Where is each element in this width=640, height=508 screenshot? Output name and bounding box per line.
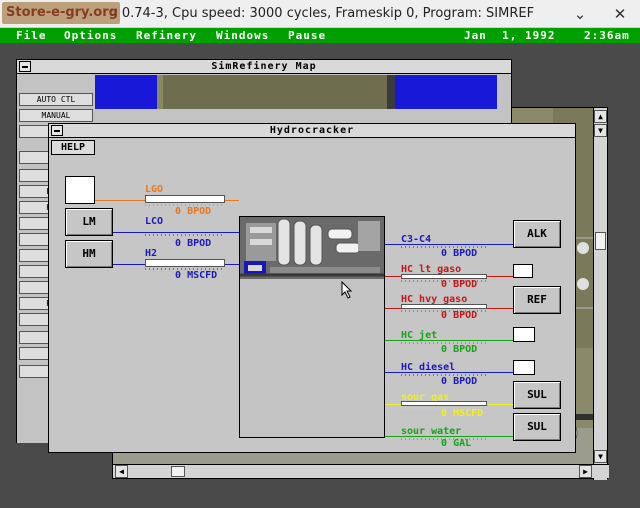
menu-options[interactable]: Options: [64, 29, 117, 42]
sour-water-value-number: 0: [441, 438, 448, 449]
menu-bar: File Options Refinery Windows Pause Jan …: [0, 28, 640, 43]
map-window-titlebar[interactable]: SimRefinery Map: [17, 60, 511, 74]
lco-value-number: 0: [175, 238, 182, 249]
lco-stream-line: [113, 232, 239, 233]
h2-value-number: 0: [175, 270, 182, 281]
lgo-value: 0 BPOD: [175, 206, 211, 217]
auto-control-button[interactable]: AUTO CTL: [19, 93, 93, 106]
map-window-title: SimRefinery Map: [211, 61, 317, 72]
hc-diesel-label: HC diesel: [401, 362, 456, 373]
alk-button[interactable]: ALK: [513, 220, 561, 248]
host-window-title: x 0.74-3, Cpu speed: 3000 cycles, Frames…: [110, 6, 535, 21]
scroll-left-arrow-icon[interactable]: ◀: [115, 465, 128, 478]
sour-gas-value: 0 MSCFD: [441, 408, 483, 419]
c3c4-label: C3-C4: [401, 234, 432, 245]
menu-pause[interactable]: Pause: [288, 29, 326, 42]
h2-value: 0 MSCFD: [175, 270, 217, 281]
hc-diesel-value-number: 0: [441, 376, 448, 387]
mouse-pointer-icon: [341, 281, 353, 299]
lgo-flow-gauge[interactable]: [145, 195, 225, 203]
lco-label: LCO: [145, 216, 164, 227]
hc-diesel-swatch[interactable]: [513, 360, 535, 375]
clock-date: Jan 1, 1992: [464, 29, 556, 42]
clock-time: 2:36am: [584, 29, 630, 42]
scroll-down-arrow-icon[interactable]: ▼: [594, 450, 607, 463]
hm-button[interactable]: HM: [65, 240, 113, 268]
sour-gas-value-number: 0: [441, 408, 448, 419]
menu-refinery[interactable]: Refinery: [136, 29, 197, 42]
lgo-value-number: 0: [175, 206, 182, 217]
hc-jet-value: 0 BPOD: [441, 344, 477, 355]
map-terrain-strip: [95, 75, 497, 109]
minimize-button[interactable]: ⌄: [570, 4, 590, 24]
horizontal-scroll-thumb[interactable]: [171, 466, 185, 477]
menu-windows[interactable]: Windows: [216, 29, 269, 42]
c3c4-value-number: 0: [441, 248, 448, 259]
hc-hvy-gaso-unit: BPOD: [453, 310, 478, 321]
sour-water-value: 0 GAL: [441, 438, 471, 449]
hc-jet-swatch[interactable]: [513, 327, 535, 342]
hc-lt-gaso-value-number: 0: [441, 279, 448, 290]
watermark-logo: Store-e-gry.org: [2, 2, 120, 24]
lm-button[interactable]: LM: [65, 208, 113, 236]
hc-jet-unit: BPOD: [453, 344, 478, 355]
hydrocracker-titlebar[interactable]: Hydrocracker: [49, 124, 575, 138]
c3c4-value: 0 BPOD: [441, 248, 477, 259]
hydrocracker-plant-panel: [239, 216, 385, 438]
hydrocracker-unit-image[interactable]: [240, 217, 384, 279]
scroll-down-arrow-icon[interactable]: ▼: [594, 124, 607, 137]
hc-diesel-value: 0 BPOD: [441, 376, 477, 387]
sour-water-label: sour water: [401, 426, 462, 437]
sour-gas-unit: MSCFD: [453, 408, 484, 419]
hydrocracker-title: Hydrocracker: [269, 125, 355, 136]
hydrocracker-window: Hydrocracker HELP LM HM LGO 0 BPOD LCO 0…: [48, 123, 576, 453]
hc-hvy-gaso-flow-gauge[interactable]: [401, 304, 487, 309]
h2-unit: MSCFD: [187, 270, 218, 281]
hc-lt-gaso-swatch[interactable]: [513, 264, 533, 278]
hc-hvy-gaso-value-number: 0: [441, 310, 448, 321]
c3c4-unit: BPOD: [453, 248, 478, 259]
host-titlebar: x 0.74-3, Cpu speed: 3000 cycles, Frames…: [0, 0, 640, 28]
scroll-up-arrow-icon[interactable]: ▲: [594, 110, 607, 123]
h2-label: H2: [145, 248, 158, 259]
map-horizontal-scrollbar[interactable]: ◀ ▶: [113, 464, 609, 478]
sulfur-gas-button[interactable]: SUL: [513, 381, 561, 409]
hc-lt-gaso-value: 0 BPOD: [441, 279, 477, 290]
sour-water-unit: GAL: [453, 438, 472, 449]
vertical-scroll-thumb[interactable]: [595, 232, 606, 250]
map-vertical-scrollbar[interactable]: ▲ ▼ ▼: [593, 108, 607, 480]
lco-unit: BPOD: [187, 238, 212, 249]
hc-jet-value-number: 0: [441, 344, 448, 355]
lgo-label: LGO: [145, 184, 164, 195]
lco-gauge-ticks: [145, 234, 225, 236]
h2-flow-gauge[interactable]: [145, 259, 225, 267]
help-button[interactable]: HELP: [51, 140, 95, 155]
desktop: ▲ ▼ ▼ ◀ ▶ SimRefinery Map AUTO CTL MANUA…: [0, 43, 640, 508]
hc-hvy-gaso-value: 0 BPOD: [441, 310, 477, 321]
sour-gas-flow-gauge[interactable]: [401, 401, 487, 406]
hc-diesel-unit: BPOD: [453, 376, 478, 387]
ref-button[interactable]: REF: [513, 286, 561, 314]
scroll-right-arrow-icon[interactable]: ▶: [579, 465, 592, 478]
watermark-text: Store-e-gry.org: [6, 5, 118, 20]
lgo-unit: BPOD: [187, 206, 212, 217]
menu-file[interactable]: File: [16, 29, 47, 42]
manual-button[interactable]: MANUAL: [19, 109, 93, 122]
hc-jet-label: HC jet: [401, 330, 438, 341]
sulfur-water-button[interactable]: SUL: [513, 413, 561, 441]
lco-value: 0 BPOD: [175, 238, 211, 249]
hc-lt-gaso-unit: BPOD: [453, 279, 478, 290]
lgo-source-swatch[interactable]: [65, 176, 95, 204]
close-button[interactable]: ✕: [610, 4, 630, 24]
